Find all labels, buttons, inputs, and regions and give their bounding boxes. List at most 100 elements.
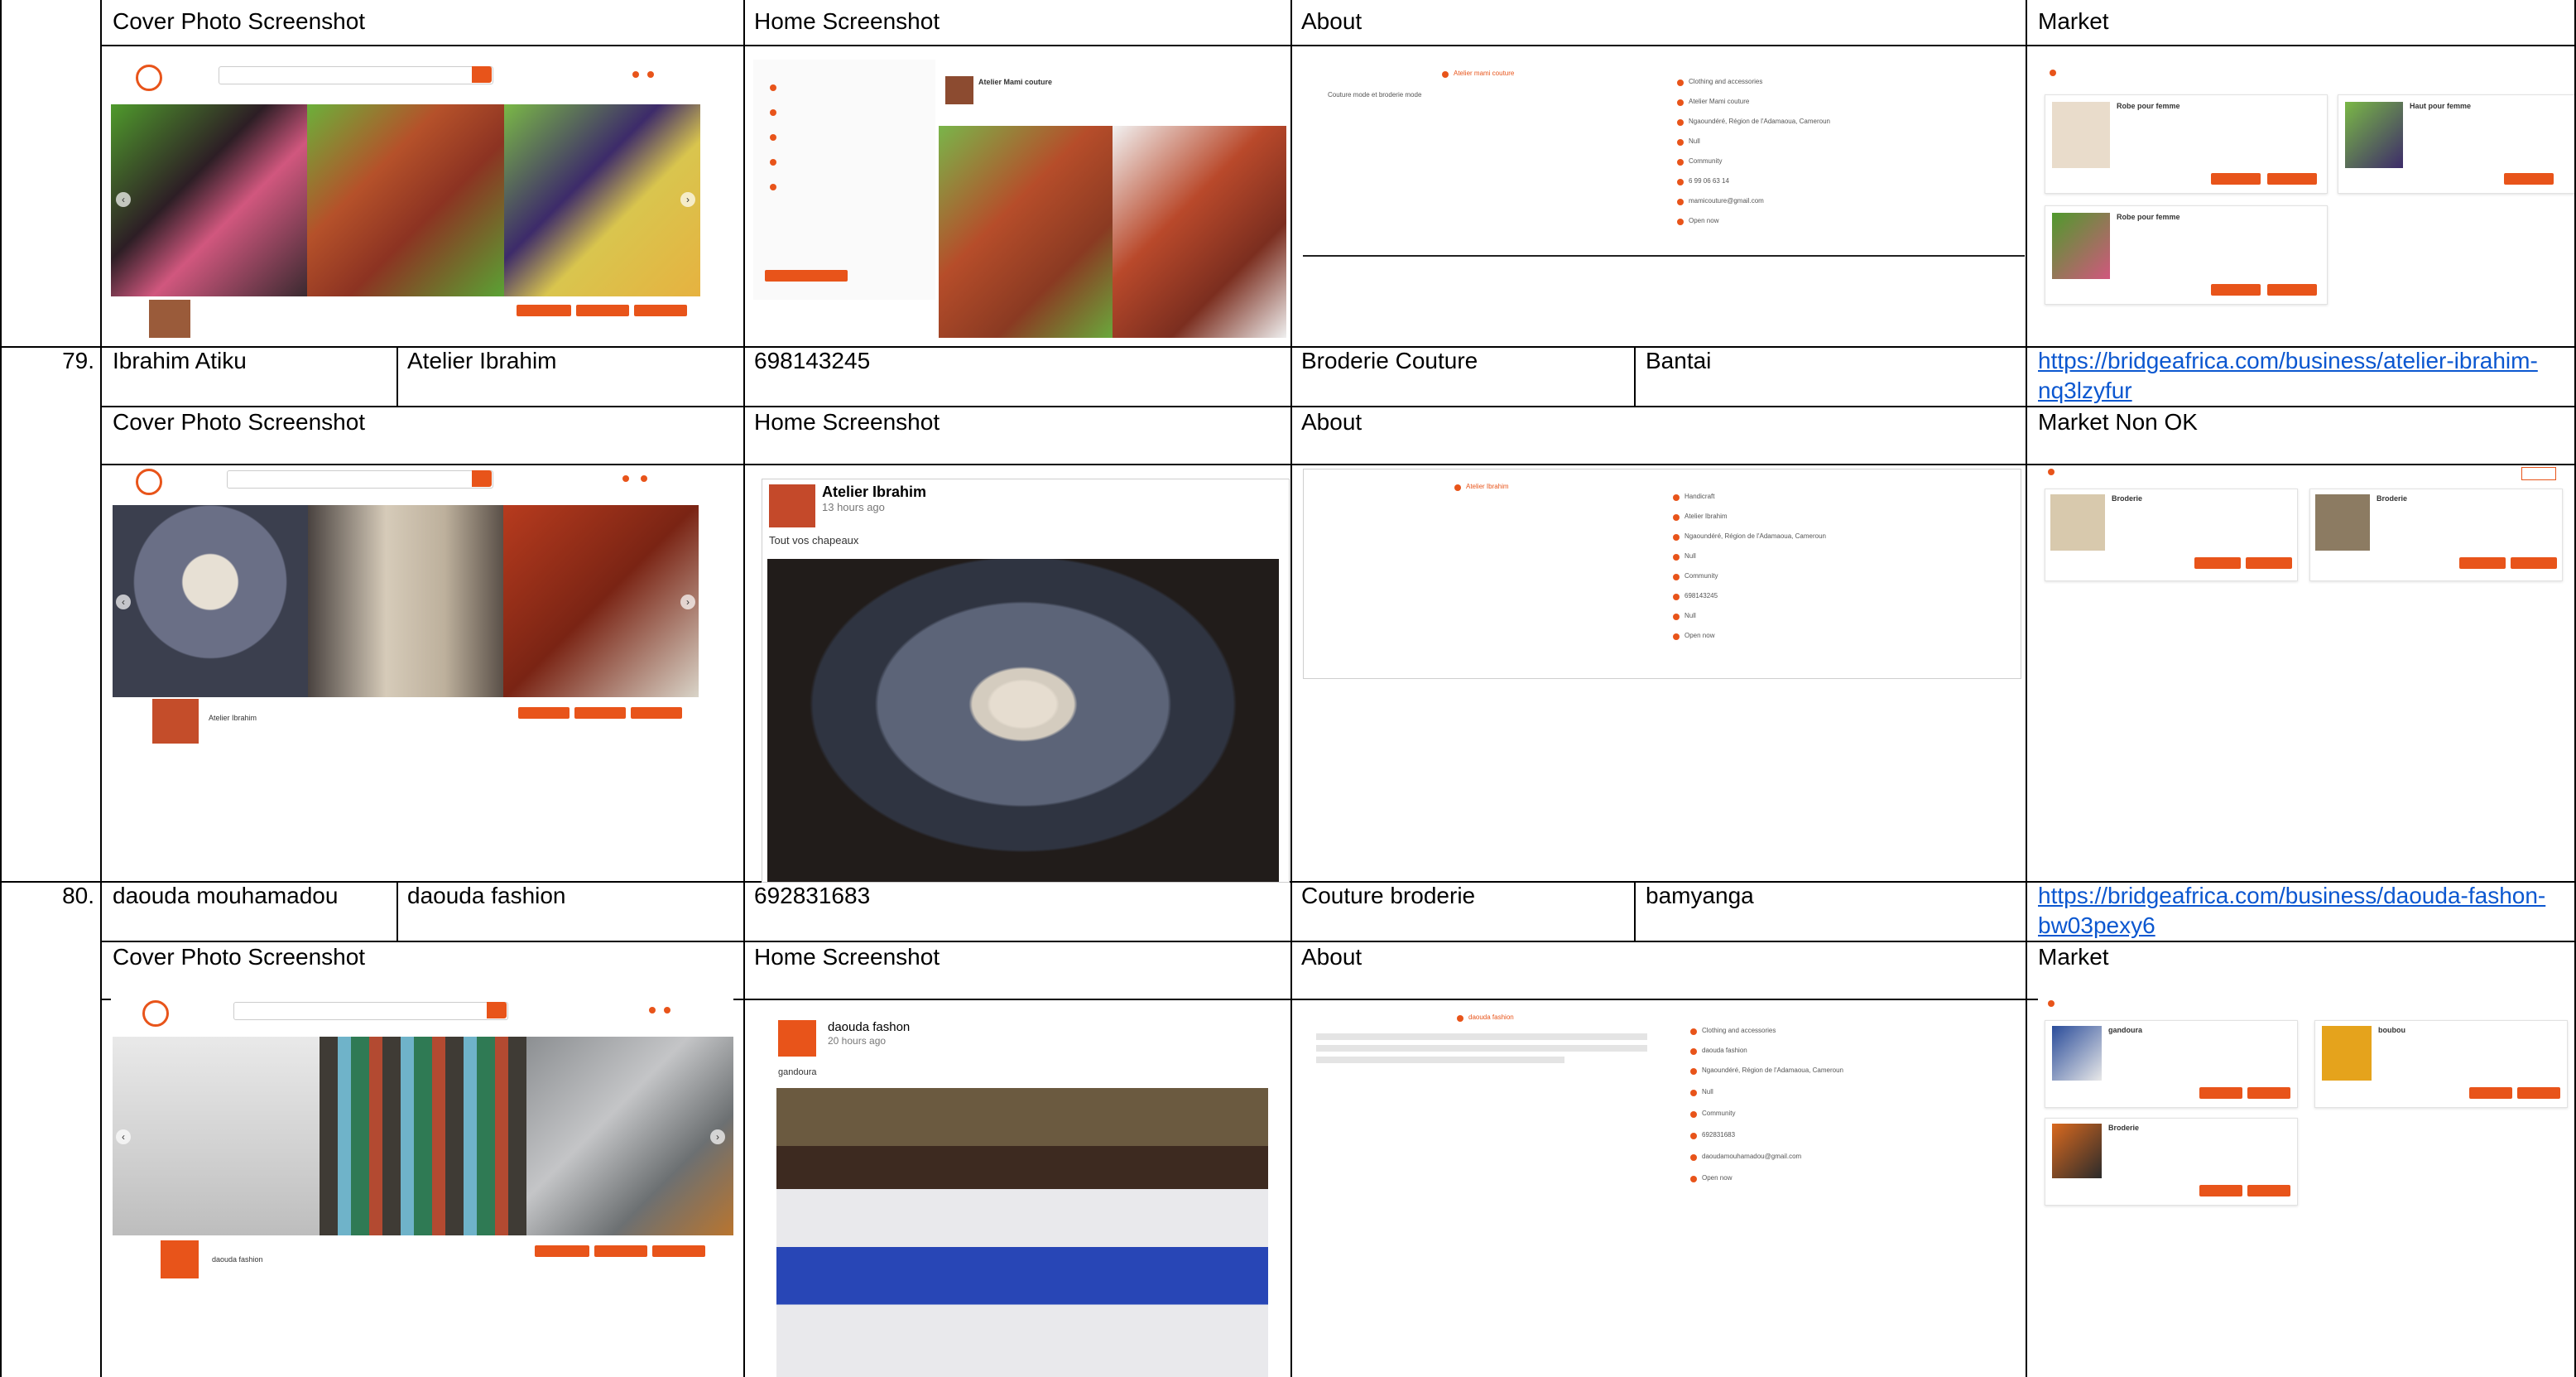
cover-screenshot-79: ‹ › Atelier Ibrahim bbox=[111, 465, 700, 747]
post-caption: gandoura bbox=[778, 1067, 817, 1077]
post-author: daouda fashon bbox=[828, 1020, 911, 1034]
table-rule-h1 bbox=[100, 45, 2576, 46]
cover-photo-garment bbox=[308, 505, 503, 697]
post-photo-man bbox=[776, 1088, 1268, 1377]
market-screenshot-80: gandoura boubou Broderie bbox=[2038, 997, 2574, 1212]
search-icon bbox=[472, 470, 492, 487]
table-border-left bbox=[0, 0, 2, 1377]
post-photo-hat bbox=[767, 559, 1279, 882]
cover-label: Cover Photo Screenshot bbox=[113, 409, 366, 435]
cover-photo-hat bbox=[113, 505, 308, 697]
bridge-africa-logo bbox=[136, 469, 162, 495]
chevron-left-icon: ‹ bbox=[116, 1129, 131, 1144]
table-rule-v2 bbox=[396, 346, 398, 406]
header-cover-label: Cover Photo Screenshot bbox=[113, 8, 366, 34]
post-avatar bbox=[769, 484, 815, 527]
about-description: Couture mode et broderie mode bbox=[1328, 91, 1422, 99]
business-location: Bantai bbox=[1646, 348, 1712, 373]
header-home-label: Home Screenshot bbox=[754, 8, 940, 34]
phone-number: 698143245 bbox=[754, 348, 871, 373]
business-category: Broderie Couture bbox=[1301, 348, 1478, 373]
cover-photo-fabric bbox=[526, 1037, 733, 1235]
about-label: About bbox=[1301, 944, 1362, 970]
cover-screenshot-80: ‹ › daouda fashion bbox=[111, 997, 733, 1283]
about-screenshot-79: Atelier Ibrahim Handicraft Atelier Ibrah… bbox=[1303, 469, 2021, 679]
cover-label: Cover Photo Screenshot bbox=[113, 944, 366, 970]
about-label: About bbox=[1301, 409, 1362, 435]
header-about-label: About bbox=[1301, 8, 1362, 34]
cover-photo-dress-2 bbox=[307, 104, 504, 296]
table-rule-v6 bbox=[2026, 0, 2027, 1377]
market-card: Robe pour femme bbox=[2045, 205, 2328, 305]
phone-number: 692831683 bbox=[754, 883, 871, 908]
chevron-right-icon: › bbox=[710, 1129, 725, 1144]
about-title: Atelier mami couture bbox=[1454, 70, 1515, 77]
home-sidebar bbox=[753, 60, 935, 300]
post-avatar bbox=[778, 1020, 816, 1057]
profile-thumbnail bbox=[152, 699, 199, 744]
market-card: boubou bbox=[2314, 1020, 2568, 1108]
header-market-label: Market bbox=[2038, 8, 2109, 34]
cover-photo-embroidery bbox=[320, 1037, 526, 1235]
table-rule-v1 bbox=[100, 0, 102, 1377]
business-url-link[interactable]: https://bridgeafrica.com/business/daouda… bbox=[2038, 881, 2568, 941]
cover-screenshot-top: ‹ › bbox=[111, 60, 700, 341]
owner-name: daouda mouhamadou bbox=[113, 883, 339, 908]
table-rule-v3 bbox=[743, 0, 745, 1377]
chevron-left-icon: ‹ bbox=[116, 595, 131, 609]
search-bar bbox=[233, 1002, 508, 1020]
about-title: Atelier Ibrahim bbox=[1466, 483, 1509, 490]
home-screenshot-79: Atelier Ibrahim 13 hours ago Tout vos ch… bbox=[762, 479, 1290, 883]
chevron-left-icon: ‹ bbox=[116, 192, 131, 207]
search-icon bbox=[472, 66, 492, 83]
home-avatar bbox=[945, 76, 973, 104]
record-number: 80. bbox=[62, 883, 94, 908]
about-screenshot-top: Atelier mami couture Couture mode et bro… bbox=[1303, 63, 2025, 258]
post-author: Atelier Ibrahim bbox=[822, 484, 927, 500]
table-rule-v5 bbox=[1634, 346, 1636, 406]
market-card: Haut pour femme bbox=[2338, 94, 2574, 194]
table-rule-v4 bbox=[1290, 0, 1292, 1377]
bridge-africa-logo bbox=[136, 65, 162, 91]
about-screenshot-80: daouda fashion Clothing and accessories … bbox=[1303, 1004, 2025, 1219]
market-card: Robe pour femme bbox=[2045, 94, 2328, 194]
market-card: Broderie bbox=[2045, 1118, 2298, 1206]
home-screenshot-80: daouda fashon 20 hours ago gandoura bbox=[762, 1000, 1288, 1377]
home-label: Home Screenshot bbox=[754, 409, 940, 435]
chevron-right-icon: › bbox=[680, 192, 695, 207]
market-label: Market bbox=[2038, 944, 2109, 970]
cover-photo-dress-3 bbox=[504, 104, 700, 296]
business-name: daouda fashion bbox=[407, 883, 566, 908]
home-post-photo-2 bbox=[1113, 126, 1286, 338]
profile-thumbnail bbox=[149, 300, 190, 338]
home-screenshot-top: Atelier Mami couture bbox=[753, 60, 1286, 338]
bridge-africa-logo bbox=[142, 1000, 169, 1027]
market-label: Market Non OK bbox=[2038, 409, 2198, 435]
post-time: 20 hours ago bbox=[828, 1035, 887, 1047]
cover-profile-name: Atelier Ibrahim bbox=[209, 714, 257, 722]
home-label: Home Screenshot bbox=[754, 944, 940, 970]
market-card: Broderie bbox=[2309, 489, 2563, 581]
post-caption: Tout vos chapeaux bbox=[769, 534, 859, 546]
table-rule-v5b bbox=[1634, 881, 1636, 941]
cover-photo-dress-1 bbox=[111, 104, 307, 296]
business-category: Couture broderie bbox=[1301, 883, 1476, 908]
cover-profile-name: daouda fashion bbox=[212, 1255, 263, 1264]
home-post-photo-1 bbox=[939, 126, 1113, 338]
search-bar bbox=[219, 66, 493, 84]
about-title: daouda fashion bbox=[1468, 1013, 1514, 1021]
business-url-link[interactable]: https://bridgeafrica.com/business/atelie… bbox=[2038, 346, 2568, 406]
market-screenshot-79: Broderie Broderie bbox=[2038, 465, 2574, 590]
business-location: bamyanga bbox=[1646, 883, 1754, 908]
market-card: gandoura bbox=[2045, 1020, 2298, 1108]
home-profile-name: Atelier Mami couture bbox=[978, 78, 1053, 86]
profile-thumbnail bbox=[161, 1240, 199, 1278]
post-time: 13 hours ago bbox=[822, 501, 885, 513]
cover-photo-workshop bbox=[503, 505, 699, 697]
business-name: Atelier Ibrahim bbox=[407, 348, 557, 373]
market-card: Broderie bbox=[2045, 489, 2298, 581]
table-rule-v2b bbox=[396, 881, 398, 941]
chevron-right-icon: › bbox=[680, 595, 695, 609]
search-icon bbox=[487, 1002, 507, 1018]
market-screenshot-top: Robe pour femme Haut pour femme Robe pou… bbox=[2038, 63, 2574, 320]
